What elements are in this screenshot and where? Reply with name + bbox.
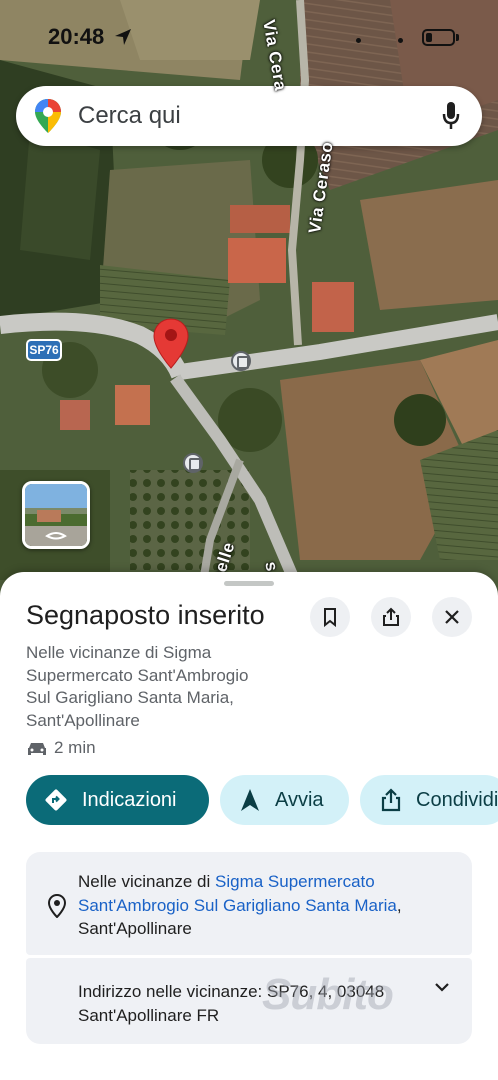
bus-stop-icon[interactable] (183, 453, 203, 473)
share-place-label: Condividi (416, 789, 498, 811)
share-icon (381, 788, 401, 812)
subito-watermark: Subito (262, 970, 394, 1019)
street-view-preview-image (25, 484, 87, 546)
search-input[interactable]: Cerca qui (78, 102, 181, 130)
status-time: 20:48 (48, 24, 105, 49)
address-line: Supermercato Sant'Ambrogio (26, 665, 249, 685)
share-icon (383, 607, 399, 626)
red-pin-icon[interactable] (153, 318, 189, 370)
location-arrow-icon (115, 29, 131, 45)
directions-button[interactable]: Indicazioni (26, 775, 209, 825)
share-button[interactable] (371, 597, 411, 637)
place-bottom-sheet[interactable]: Segnaposto inserito Nelle vicinanze di S… (0, 572, 498, 1080)
start-navigation-button[interactable]: Avvia (220, 775, 349, 825)
bus-stop-icon[interactable] (231, 351, 251, 371)
directions-icon (45, 789, 67, 811)
nearby-description: Nelle vicinanze di Sigma Supermercato Sa… (78, 870, 458, 941)
street-view-thumbnail[interactable] (22, 481, 90, 549)
address-line: Sul Garigliano Santa Maria, (26, 688, 234, 707)
directions-label: Indicazioni (82, 789, 177, 811)
signal-dot (356, 38, 361, 43)
start-navigation-label: Avvia (275, 789, 324, 811)
mic-icon[interactable] (442, 101, 460, 131)
battery-tip (456, 34, 459, 41)
bookmark-icon (324, 608, 336, 627)
signal-dot (398, 38, 403, 43)
battery-icon (422, 29, 455, 46)
close-button[interactable] (432, 597, 472, 637)
address-line: Sant'Apollinare (26, 710, 140, 730)
sheet-drag-handle[interactable] (224, 581, 274, 586)
save-button[interactable] (310, 597, 350, 637)
address-line: Nelle vicinanze di Sigma (26, 643, 212, 662)
chevron-down-icon[interactable] (434, 982, 450, 992)
share-place-button[interactable]: Condividi (360, 775, 498, 825)
drive-time-text: 2 min (54, 738, 96, 757)
status-bar: 20:48 (0, 0, 498, 70)
navigation-arrow-icon (241, 789, 259, 811)
nearby-prefix: Nelle vicinanze di (78, 872, 216, 891)
nearby-address-card[interactable]: Indirizzo nelle vicinanze: SP76, 4, 0304… (26, 958, 472, 1044)
place-title: Segnaposto inserito (26, 600, 265, 630)
nearby-place-card[interactable]: Nelle vicinanze di Sigma Supermercato Sa… (26, 852, 472, 955)
map-view[interactable]: 20:48 Cerca qui Via Cera Via Ceraso cell… (0, 0, 498, 600)
location-pin-icon (48, 894, 66, 918)
close-icon (445, 610, 459, 624)
search-bar[interactable]: Cerca qui (16, 86, 482, 146)
maps-pin-icon (35, 99, 61, 133)
place-address: Nelle vicinanze di Sigma Supermercato Sa… (26, 642, 326, 732)
car-icon (28, 743, 46, 755)
road-shield-sp76[interactable]: SP76 (26, 339, 62, 361)
